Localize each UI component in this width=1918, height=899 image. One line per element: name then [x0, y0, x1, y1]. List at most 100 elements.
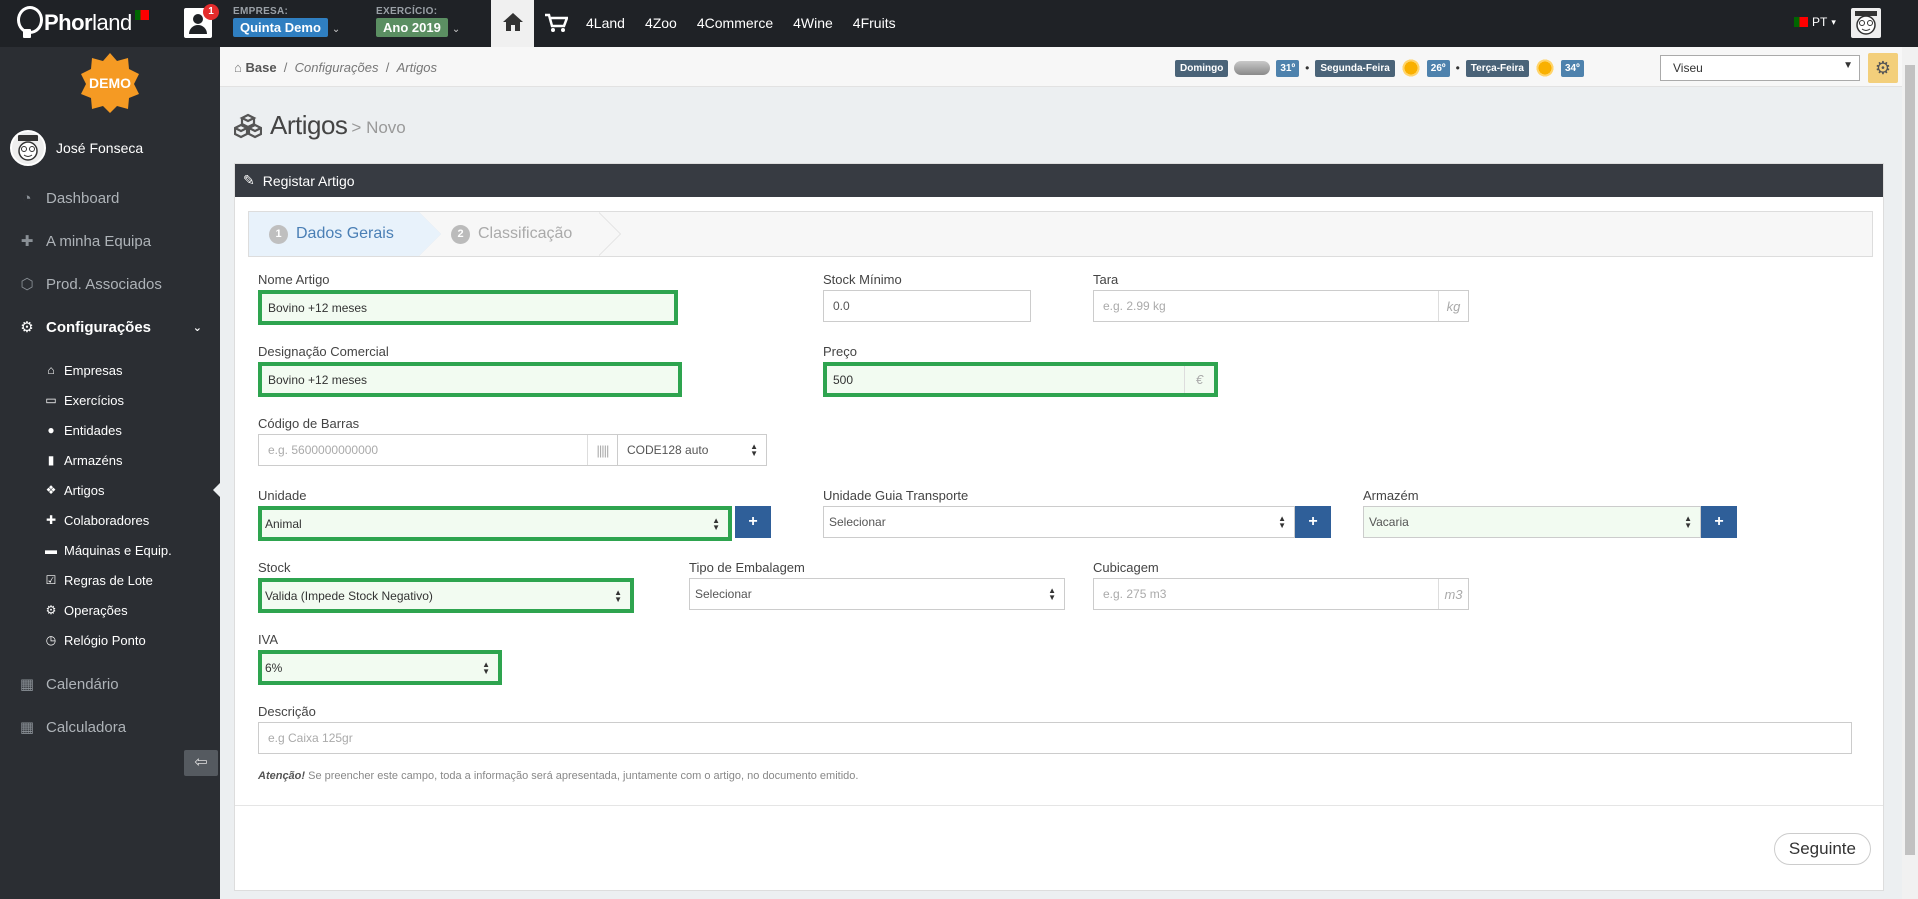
- page-title-text: Artigos: [270, 110, 348, 140]
- breadcrumb-base[interactable]: Base: [245, 60, 276, 75]
- main-content: ⌂ Base / Configurações / Artigos Domingo…: [220, 47, 1902, 899]
- iva-field: IVA 6% ▲ ▼: [258, 632, 502, 685]
- language-selector[interactable]: PT ▾: [1794, 15, 1836, 29]
- descricao-input[interactable]: e.g Caixa 125gr: [258, 722, 1852, 754]
- step-divider: [598, 212, 620, 256]
- notifications-button[interactable]: 1: [184, 4, 219, 38]
- sidebar-subitem-label: Relógio Ponto: [64, 632, 146, 648]
- breadcrumb-sep: /: [385, 60, 390, 75]
- descricao-field: Descrição e.g Caixa 125gr: [258, 704, 1852, 754]
- empresa-selector[interactable]: EMPRESA: Quinta Demo ⌄: [233, 6, 340, 37]
- sidebar-subitem-maquinas[interactable]: ▬ Máquinas e Equip.: [0, 535, 220, 565]
- barcode-type-select[interactable]: CODE128 auto ▲ ▼: [617, 434, 767, 466]
- next-button[interactable]: Seguinte: [1773, 833, 1871, 865]
- empresa-label: EMPRESA:: [233, 6, 289, 17]
- stock-minimo-label: Stock Mínimo: [823, 272, 902, 287]
- nav-4fruits[interactable]: 4Fruits: [853, 15, 896, 31]
- nav-4commerce[interactable]: 4Commerce: [697, 15, 773, 31]
- page-scrollbar[interactable]: [1902, 47, 1918, 899]
- step-dados-gerais[interactable]: 1 Dados Gerais: [249, 212, 441, 256]
- sidebar-subitem-empresas[interactable]: ⌂ Empresas: [0, 355, 220, 385]
- iva-select[interactable]: 6% ▲ ▼: [258, 650, 502, 685]
- sidebar-item-associados[interactable]: ⬡ Prod. Associados: [0, 263, 220, 306]
- breadcrumb-configuracoes[interactable]: Configurações: [295, 60, 379, 75]
- tipo-embalagem-value: Selecionar: [695, 587, 752, 601]
- sidebar-item-calendario[interactable]: ▦ Calendário: [0, 663, 220, 706]
- language-code: PT: [1812, 15, 1828, 29]
- preco-input[interactable]: 500 €: [823, 362, 1218, 397]
- tara-input[interactable]: e.g. 2.99 kg kg: [1093, 290, 1469, 322]
- weather-temp: 34º: [1560, 59, 1584, 77]
- weather-day: Domingo: [1175, 59, 1229, 77]
- sidebar-subitem-colaboradores[interactable]: ✚ Colaboradores: [0, 505, 220, 535]
- page-title: Artigos > Novo: [234, 110, 406, 141]
- sidebar-item-label: Calculadora: [46, 719, 127, 736]
- step-classificacao[interactable]: 2 Classificação: [451, 212, 572, 256]
- hint-bold: Atenção!: [258, 770, 306, 782]
- page-subtitle: > Novo: [351, 117, 406, 137]
- add-unidade-guia-button[interactable]: +: [1295, 506, 1331, 538]
- cubicagem-input[interactable]: e.g. 275 m3 m3: [1093, 578, 1469, 610]
- add-armazem-button[interactable]: +: [1701, 506, 1737, 538]
- sidebar-subitem-exercicios[interactable]: ▭ Exercícios: [0, 385, 220, 415]
- calculator-icon: ▦: [19, 718, 35, 736]
- tipo-embalagem-select[interactable]: Selecionar ▲ ▼: [689, 578, 1065, 610]
- tipo-embalagem-label: Tipo de Embalagem: [689, 560, 805, 575]
- codigo-barras-input[interactable]: e.g. 5600000000000 |||||: [258, 434, 618, 466]
- stock-select[interactable]: Valida (Impede Stock Negativo) ▲ ▼: [258, 578, 634, 613]
- sidebar-subitem-relogio-ponto[interactable]: ◷ Relógio Ponto: [0, 625, 220, 655]
- breadcrumb: ⌂ Base / Configurações / Artigos: [234, 60, 437, 75]
- stock-minimo-input[interactable]: 0.0: [823, 290, 1031, 322]
- app-logo[interactable]: Phorland: [16, 3, 149, 43]
- breadcrumb-bar: ⌂ Base / Configurações / Artigos Domingo…: [220, 47, 1902, 87]
- sidebar-subitem-operacoes[interactable]: ⚙ Operações: [0, 595, 220, 625]
- chevron-down-icon: ▾: [1831, 16, 1836, 27]
- sidebar-item-configuracoes[interactable]: ⚙ Configurações ⌄: [0, 306, 220, 349]
- arrow-left-circle-icon: ⇦: [194, 754, 208, 771]
- sidebar-subitem-entidades[interactable]: ● Entidades: [0, 415, 220, 445]
- unidade-guia-select[interactable]: Selecionar ▲ ▼: [823, 506, 1295, 538]
- cart-button[interactable]: [544, 13, 569, 36]
- add-unidade-button[interactable]: +: [735, 506, 771, 538]
- sidebar-subitem-armazens[interactable]: ▮ Armazéns: [0, 445, 220, 475]
- cubicagem-label: Cubicagem: [1093, 560, 1159, 575]
- nome-artigo-field: Nome Artigo Bovino +12 meses: [258, 272, 678, 325]
- sidebar-item-equipa[interactable]: ✚ A minha Equipa: [0, 220, 220, 263]
- nav-4land[interactable]: 4Land: [586, 15, 625, 31]
- breadcrumb-artigos: Artigos: [396, 60, 438, 75]
- sidebar-subitem-label: Colaboradores: [64, 512, 150, 528]
- armazem-select[interactable]: Vacaria ▲ ▼: [1363, 506, 1701, 538]
- select-arrows-icon: ▲ ▼: [614, 587, 622, 604]
- city-select[interactable]: Viseu ▼: [1660, 55, 1860, 81]
- sidebar-item-dashboard[interactable]: ◔ Dashboard: [0, 177, 220, 220]
- car-icon: ▬: [45, 543, 57, 557]
- avatar-face-icon: [1855, 11, 1877, 35]
- tara-placeholder: e.g. 2.99 kg: [1103, 299, 1166, 313]
- nome-artigo-input[interactable]: Bovino +12 meses: [258, 290, 678, 325]
- cubes-icon: ❖: [45, 483, 57, 497]
- select-arrows-icon: ▲ ▼: [1278, 514, 1286, 530]
- descricao-label: Descrição: [258, 704, 316, 719]
- sidebar-subitem-label: Máquinas e Equip.: [64, 542, 172, 558]
- iva-value: 6%: [265, 660, 283, 675]
- cogs-icon: ⚙: [45, 603, 57, 617]
- scrollbar-thumb[interactable]: [1905, 65, 1915, 855]
- user-avatar[interactable]: [1851, 8, 1881, 38]
- unidade-select[interactable]: Animal ▲ ▼: [258, 506, 732, 541]
- sidebar-item-calculadora[interactable]: ▦ Calculadora: [0, 706, 220, 749]
- collapse-sidebar-button[interactable]: ⇦: [184, 750, 218, 776]
- preco-label: Preço: [823, 344, 857, 359]
- settings-button[interactable]: ⚙: [1868, 53, 1898, 83]
- home-button[interactable]: [491, 0, 534, 47]
- sidebar-subitem-regras-lote[interactable]: ☑ Regras de Lote: [0, 565, 220, 595]
- sidebar-subitem-artigos[interactable]: ❖ Artigos: [0, 475, 220, 505]
- exercicio-selector[interactable]: EXERCÍCIO: Ano 2019 ⌄: [376, 6, 460, 37]
- designacao-input[interactable]: Bovino +12 meses: [258, 362, 682, 397]
- sidebar-subitem-label: Regras de Lote: [64, 572, 153, 588]
- armazem-value: Vacaria: [1369, 515, 1409, 529]
- user-icon: [193, 14, 203, 24]
- nav-4wine[interactable]: 4Wine: [793, 15, 833, 31]
- profile[interactable]: José Fonseca: [10, 130, 143, 166]
- nav-4zoo[interactable]: 4Zoo: [645, 15, 677, 31]
- weather-day: Terça-Feira: [1465, 59, 1529, 77]
